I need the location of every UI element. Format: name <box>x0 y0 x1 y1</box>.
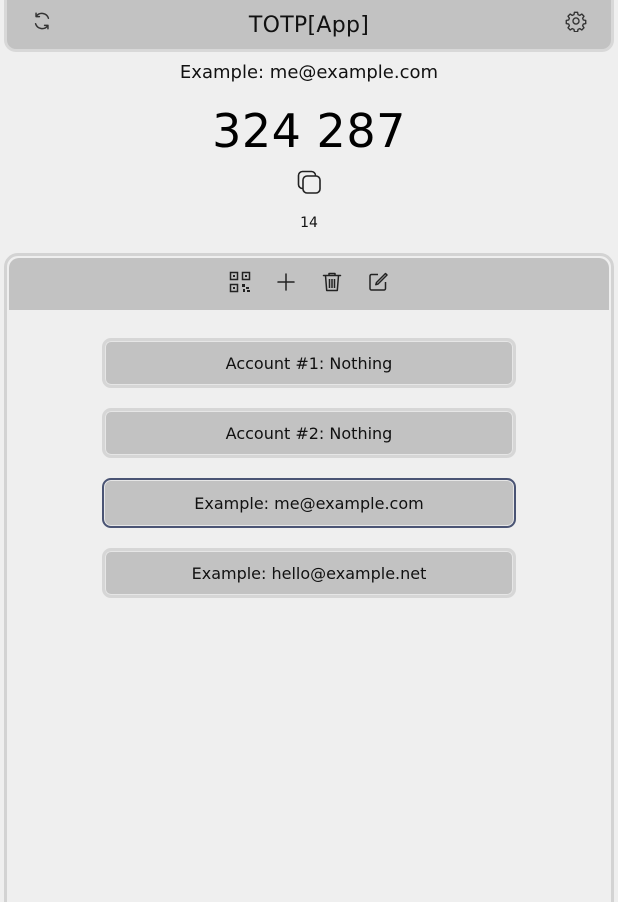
edit-icon <box>367 271 389 297</box>
account-item-label: Account #2: Nothing <box>225 423 393 443</box>
scan-qr-button[interactable] <box>227 271 253 297</box>
account-item-1[interactable]: Account #1: Nothing <box>102 338 516 388</box>
otp-code: 324 287 <box>212 104 406 158</box>
settings-button[interactable] <box>563 10 589 36</box>
refresh-button[interactable] <box>29 10 55 36</box>
account-item-3[interactable]: Example: me@example.com <box>102 478 516 528</box>
accounts-toolbar <box>9 258 609 310</box>
account-list: Account #1: Nothing Account #2: Nothing … <box>7 338 611 618</box>
qr-code-icon <box>229 271 251 297</box>
gear-icon <box>565 10 587 36</box>
account-item-label: Example: me@example.com <box>194 493 424 513</box>
header-bar: TOTP[App] <box>4 0 614 52</box>
countdown-seconds: 14 <box>300 215 318 231</box>
account-item-2[interactable]: Account #2: Nothing <box>102 408 516 458</box>
account-item-label: Account #1: Nothing <box>225 353 393 373</box>
current-account-label: Example: me@example.com <box>179 62 439 83</box>
edit-account-button[interactable] <box>365 271 391 297</box>
copy-button[interactable] <box>296 169 323 196</box>
account-item-label: Example: hello@example.net <box>191 563 427 583</box>
refresh-icon <box>31 10 53 36</box>
plus-icon <box>276 272 296 296</box>
delete-account-button[interactable] <box>319 271 345 297</box>
trash-icon <box>321 271 343 297</box>
totp-app: TOTP[App] Example: me@example.com 324 28… <box>0 0 618 902</box>
accounts-panel: Account #1: Nothing Account #2: Nothing … <box>4 253 614 902</box>
account-item-4[interactable]: Example: hello@example.net <box>102 548 516 598</box>
copy-icon <box>296 170 323 200</box>
add-account-button[interactable] <box>273 271 299 297</box>
app-title: TOTP[App] <box>248 13 370 38</box>
